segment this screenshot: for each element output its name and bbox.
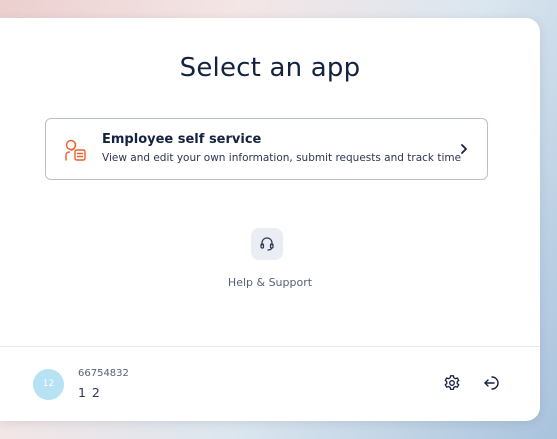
help-support-label[interactable]: Help & Support xyxy=(0,276,540,289)
user-id: 66754832 xyxy=(78,368,129,379)
app-description: View and edit your own information, subm… xyxy=(102,152,462,164)
app-selector-card: Select an app Employee self service View… xyxy=(0,18,540,421)
gear-icon[interactable] xyxy=(443,374,461,392)
avatar: 12 xyxy=(33,369,64,400)
chevron-right-icon xyxy=(461,144,467,154)
help-support-button[interactable] xyxy=(251,228,283,260)
app-title: Employee self service xyxy=(102,132,262,147)
footer-divider xyxy=(0,346,540,347)
headset-icon xyxy=(260,237,274,251)
logout-icon[interactable] xyxy=(482,374,500,392)
employee-self-service-icon xyxy=(65,139,86,161)
page-title: Select an app xyxy=(179,53,361,83)
app-option-employee-self-service[interactable]: Employee self service View and edit your… xyxy=(45,118,488,180)
user-name: 1 2 xyxy=(78,385,101,400)
